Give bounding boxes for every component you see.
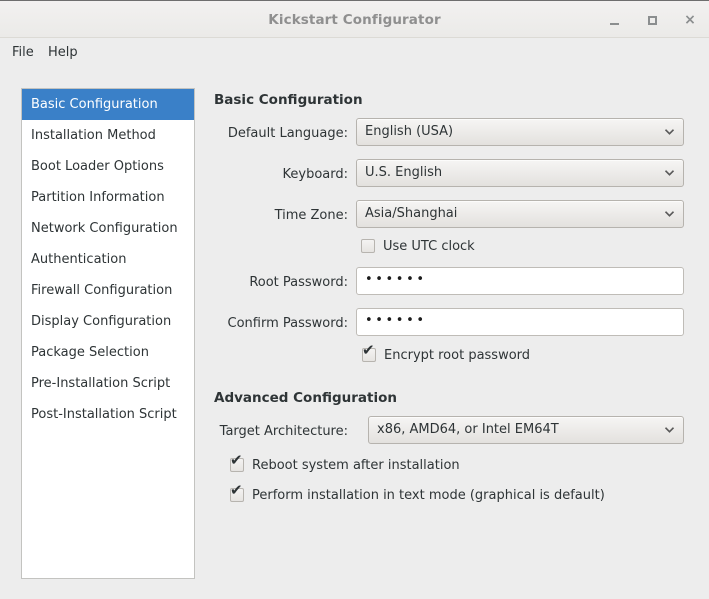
confirm-password-value: ••••••: [365, 313, 427, 328]
target-architecture-value: x86, AMD64, or Intel EM64T: [377, 422, 559, 437]
chevron-down-icon: [665, 170, 674, 176]
checkbox-box-checked: ✔: [230, 458, 244, 472]
menu-item-file[interactable]: File: [8, 45, 38, 60]
chevron-down-icon: [665, 211, 674, 217]
sidebar-item-network-configuration[interactable]: Network Configuration: [22, 213, 194, 244]
sidebar-item-installation-method[interactable]: Installation Method: [22, 120, 194, 151]
keyboard-value: U.S. English: [365, 165, 442, 180]
checkbox-box-checked: ✔: [362, 348, 376, 362]
text-mode-installation-label: Perform installation in text mode (graph…: [252, 487, 605, 504]
sidebar-item-authentication[interactable]: Authentication: [22, 244, 194, 275]
default-language-value: English (USA): [365, 124, 453, 139]
title-bar[interactable]: Kickstart Configurator ×: [0, 1, 709, 38]
root-password-value: ••••••: [365, 272, 427, 287]
check-icon: ✔: [362, 343, 375, 358]
check-icon: ✔: [230, 483, 243, 498]
time-zone-value: Asia/Shanghai: [365, 206, 457, 221]
keyboard-label: Keyboard:: [214, 165, 348, 185]
sidebar-item-firewall-configuration[interactable]: Firewall Configuration: [22, 275, 194, 306]
maximize-icon: [648, 16, 657, 25]
time-zone-dropdown[interactable]: Asia/Shanghai: [356, 200, 684, 228]
sidebar-item-boot-loader-options[interactable]: Boot Loader Options: [22, 151, 194, 182]
application-window: Kickstart Configurator × File Help Basic…: [0, 0, 709, 599]
sidebar-item-package-selection[interactable]: Package Selection: [22, 337, 194, 368]
keyboard-dropdown[interactable]: U.S. English: [356, 159, 684, 187]
basic-configuration-heading: Basic Configuration: [214, 92, 363, 108]
root-password-field[interactable]: ••••••: [356, 267, 684, 295]
confirm-password-field[interactable]: ••••••: [356, 308, 684, 336]
default-language-label: Default Language:: [214, 124, 348, 144]
minimize-button[interactable]: [605, 11, 623, 29]
target-architecture-dropdown[interactable]: x86, AMD64, or Intel EM64T: [368, 416, 684, 444]
sidebar-item-pre-installation-script[interactable]: Pre-Installation Script: [22, 368, 194, 399]
encrypt-root-password-label: Encrypt root password: [384, 347, 530, 364]
time-zone-label: Time Zone:: [214, 206, 348, 226]
chevron-down-icon: [665, 129, 674, 135]
sidebar-item-post-installation-script[interactable]: Post-Installation Script: [22, 399, 194, 430]
root-password-label: Root Password:: [214, 273, 348, 293]
settings-panel: Basic Configuration Default Language: En…: [214, 88, 694, 588]
close-icon: ×: [681, 11, 699, 29]
navigation-sidebar[interactable]: Basic Configuration Installation Method …: [21, 88, 195, 579]
confirm-password-label: Confirm Password:: [214, 314, 348, 334]
close-button[interactable]: ×: [681, 11, 699, 29]
default-language-dropdown[interactable]: English (USA): [356, 118, 684, 146]
use-utc-clock-label: Use UTC clock: [383, 238, 475, 255]
menu-item-help[interactable]: Help: [44, 45, 82, 60]
target-architecture-label: Target Architecture:: [214, 422, 348, 442]
checkbox-box-unchecked: [361, 239, 375, 253]
sidebar-item-basic-configuration[interactable]: Basic Configuration: [22, 89, 194, 120]
window-title: Kickstart Configurator: [0, 12, 709, 28]
sidebar-item-partition-information[interactable]: Partition Information: [22, 182, 194, 213]
advanced-configuration-heading: Advanced Configuration: [214, 390, 397, 406]
menu-bar: File Help: [0, 39, 709, 67]
sidebar-item-display-configuration[interactable]: Display Configuration: [22, 306, 194, 337]
minimize-icon: [610, 23, 619, 25]
maximize-button[interactable]: [643, 11, 661, 29]
chevron-down-icon: [665, 427, 674, 433]
reboot-after-installation-label: Reboot system after installation: [252, 457, 460, 474]
checkbox-box-checked: ✔: [230, 488, 244, 502]
check-icon: ✔: [230, 453, 243, 468]
